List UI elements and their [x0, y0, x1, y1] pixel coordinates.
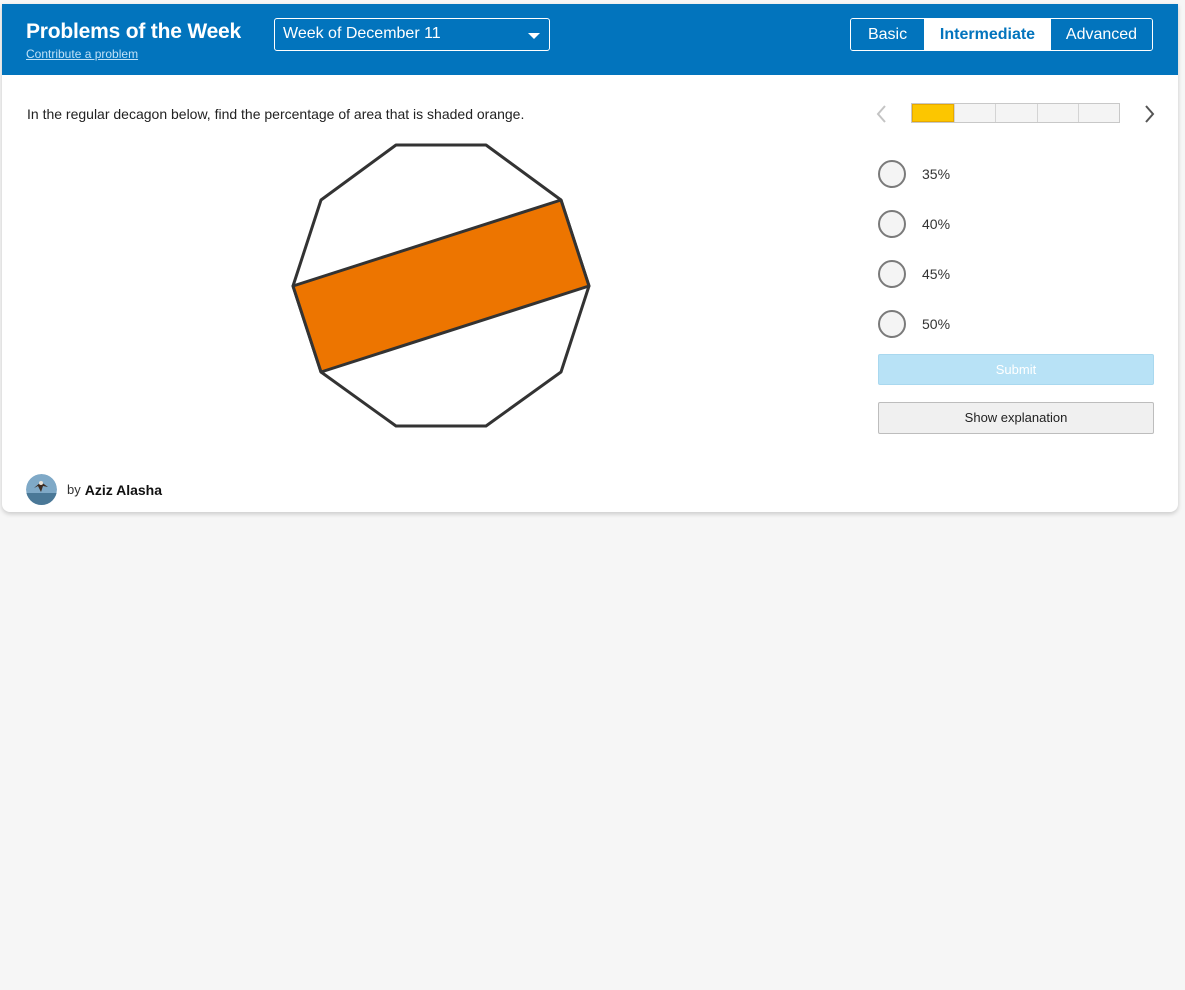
author-prefix: by [67, 482, 81, 497]
chevron-right-icon [1145, 105, 1155, 123]
radio-button[interactable] [878, 160, 906, 188]
progress-segment[interactable] [1077, 104, 1120, 122]
author-credit: by Aziz Alasha [26, 474, 162, 505]
prev-problem-button[interactable] [874, 103, 890, 125]
answer-label: 45% [922, 266, 951, 282]
author-avatar-image [26, 474, 57, 505]
answer-label: 50% [922, 316, 951, 332]
tab-intermediate[interactable]: Intermediate [924, 19, 1050, 50]
next-problem-button[interactable] [1141, 103, 1157, 125]
radio-button[interactable] [878, 210, 906, 238]
radio-button[interactable] [878, 310, 906, 338]
radio-button[interactable] [878, 260, 906, 288]
decagon-figure [291, 143, 591, 428]
problem-progress [911, 103, 1120, 123]
progress-segment[interactable] [995, 104, 1037, 122]
tab-advanced[interactable]: Advanced [1050, 19, 1152, 50]
author-name[interactable]: Aziz Alasha [85, 482, 162, 498]
page-title: Problems of the Week [26, 20, 242, 43]
week-selector[interactable]: Week of December 11 [274, 18, 550, 51]
avatar [26, 474, 57, 505]
question-text: In the regular decagon below, find the p… [27, 106, 525, 122]
caret-down-icon [528, 33, 540, 39]
show-explanation-button[interactable]: Show explanation [878, 402, 1154, 434]
week-selector-value: Week of December 11 [283, 25, 441, 42]
answer-option[interactable]: 50% [878, 299, 1158, 349]
progress-segment[interactable] [954, 104, 996, 122]
answer-option[interactable]: 40% [878, 199, 1158, 249]
progress-segment[interactable] [1036, 104, 1078, 122]
answer-label: 35% [922, 166, 951, 182]
tab-basic[interactable]: Basic [851, 19, 924, 50]
contribute-link[interactable]: Contribute a problem [26, 47, 138, 61]
answer-label: 40% [922, 216, 951, 232]
answer-option[interactable]: 35% [878, 149, 1158, 199]
difficulty-tabs: Basic Intermediate Advanced [850, 18, 1153, 51]
chevron-left-icon [876, 105, 886, 123]
progress-segment-current[interactable] [912, 104, 955, 122]
submit-button[interactable]: Submit [878, 354, 1154, 385]
answer-option[interactable]: 45% [878, 249, 1158, 299]
header-bar: Problems of the Week Contribute a proble… [2, 4, 1178, 75]
answer-options: 35% 40% 45% 50% [878, 149, 1158, 349]
problem-card: Problems of the Week Contribute a proble… [2, 4, 1178, 512]
